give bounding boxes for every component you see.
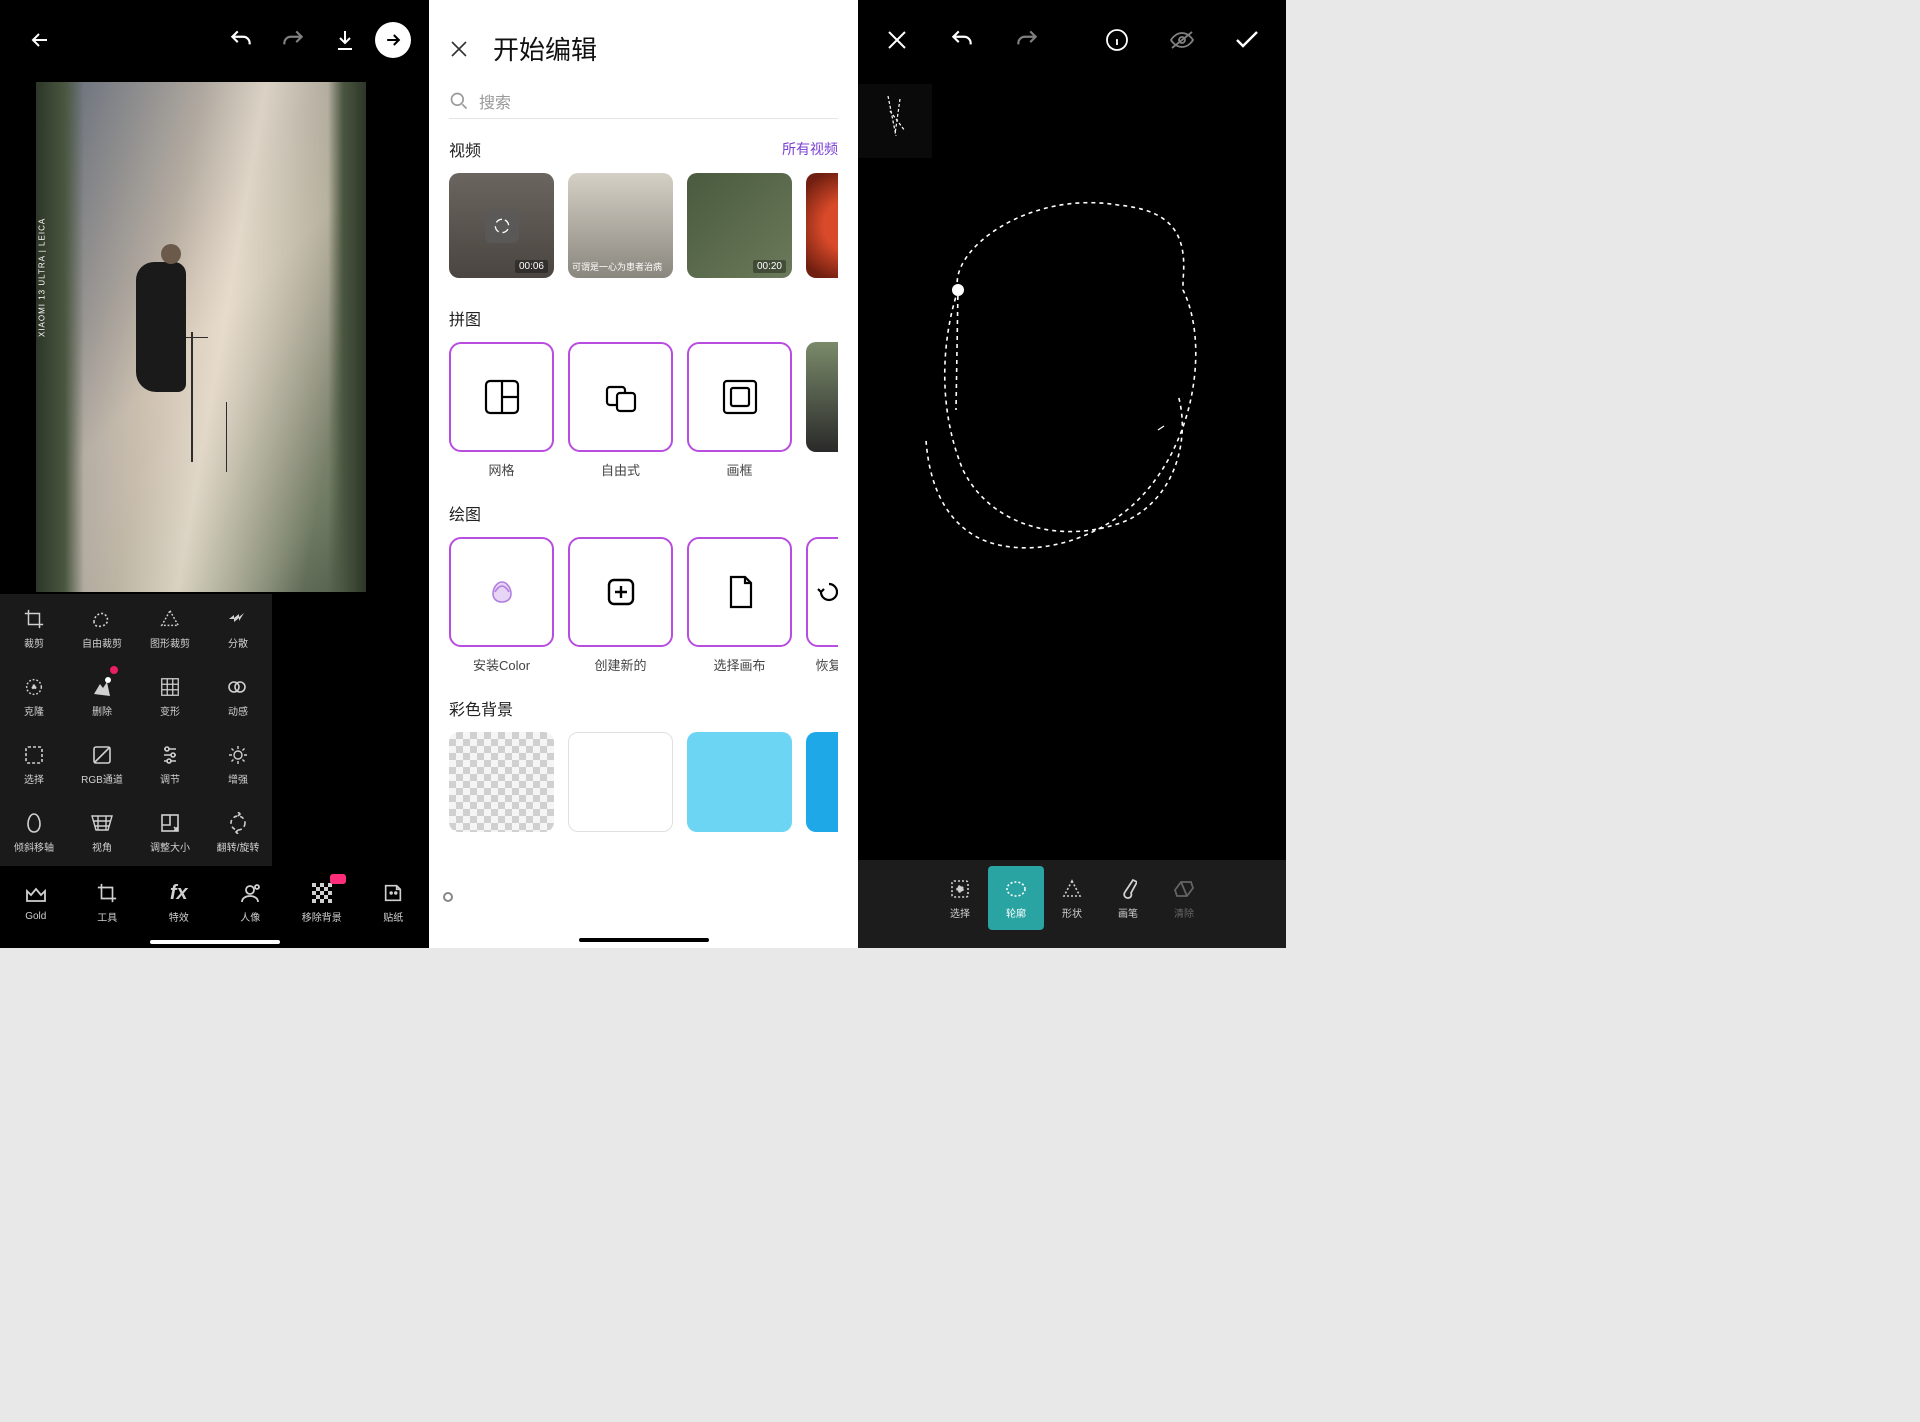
video-thumb[interactable]: 00:20 [687,173,792,278]
sel-tool-brush[interactable]: 画笔 [1100,860,1156,936]
download-button[interactable] [323,18,367,62]
left-topbar [0,0,429,80]
tool-freecrop[interactable]: 自由裁剪 [68,594,136,662]
section-drawing: 绘图 安装Color 创建新的 选择画布 恢复 [429,479,858,674]
search-placeholder: 搜索 [479,89,511,113]
bg-blue[interactable] [806,732,838,832]
right-topbar [858,0,1286,80]
tool-select[interactable]: 选择 [0,730,68,798]
tool-perspective[interactable]: 视角 [68,798,136,866]
edit-canvas[interactable]: XIAOMI 13 ULTRA | LEICA [36,82,366,592]
tool-tiltshift[interactable]: 倾斜移轴 [0,798,68,866]
tool-delete[interactable]: 删除 [68,662,136,730]
tab-fx[interactable]: fx特效 [143,868,215,936]
tab-sticker[interactable]: 贴纸 [358,868,430,936]
tool-motion[interactable]: 动感 [204,662,272,730]
video-thumb[interactable]: 00:06 [449,173,554,278]
next-button[interactable] [375,22,411,58]
badge-new [330,874,346,884]
selection-canvas[interactable] [858,160,1286,868]
tool-enhance[interactable]: 增强 [204,730,272,798]
watermark: XIAOMI 13 ULTRA | LEICA [38,218,47,337]
tool-resize[interactable]: 调整大小 [136,798,204,866]
bg-transparent[interactable] [449,732,554,832]
floating-dot[interactable] [443,892,453,902]
drawing-createnew[interactable] [568,537,673,647]
collage-more[interactable] [806,342,838,452]
home-indicator [579,938,709,942]
selection-thumbnail[interactable] [858,84,932,158]
tool-clone[interactable]: 克隆 [0,662,68,730]
tab-gold[interactable]: Gold [0,868,72,936]
sel-tool-shape[interactable]: 形状 [1044,860,1100,936]
info-button[interactable] [1096,18,1137,62]
sel-tool-outline[interactable]: 轮廓 [988,866,1044,930]
undo-button[interactable] [219,18,263,62]
drawing-restore[interactable] [806,537,838,647]
back-button[interactable] [18,18,62,62]
tool-rotate[interactable]: 翻转/旋转 [204,798,272,866]
preview-toggle[interactable] [1161,18,1202,62]
video-thumb[interactable] [806,173,838,278]
tool-shapecrop[interactable]: 图形裁剪 [136,594,204,662]
tab-tools[interactable]: 工具 [72,868,144,936]
close-button[interactable] [449,39,469,59]
bg-lightblue[interactable] [687,732,792,832]
left-bottombar: Gold 工具 fx特效 人像 移除背景 贴纸 [0,868,429,948]
tab-portrait[interactable]: 人像 [215,868,287,936]
drawing-choosecanvas[interactable] [687,537,792,647]
section-colorbg: 彩色背景 [429,674,858,832]
tab-removebg[interactable]: 移除背景 [286,868,358,936]
sel-tool-select[interactable]: 选择 [932,860,988,936]
tool-distort[interactable]: 变形 [136,662,204,730]
redo-button[interactable] [1007,18,1048,62]
undo-button[interactable] [941,18,982,62]
tool-grid: 裁剪 自由裁剪 图形裁剪 分散 克隆 删除 变形 动感 选择 RGB通道 调节 … [0,594,272,866]
tool-adjust[interactable]: 调节 [136,730,204,798]
tool-crop[interactable]: 裁剪 [0,594,68,662]
confirm-button[interactable] [1227,18,1268,62]
section-video: 视频 所有视频 00:06 可谓是一心为患者治病 00:20 [429,119,858,278]
collage-frame[interactable] [687,342,792,452]
redo-button[interactable] [271,18,315,62]
tool-rgb[interactable]: RGB通道 [68,730,136,798]
close-button[interactable] [876,18,917,62]
all-videos-link[interactable]: 所有视频 [782,139,838,159]
sel-tool-erase[interactable]: 清除 [1156,860,1212,936]
badge-new [110,666,118,674]
page-title: 开始编辑 [493,30,597,67]
editor-panel-left: XIAOMI 13 ULTRA | LEICA 裁剪 自由裁剪 图形裁剪 分散 … [0,0,429,948]
mid-header: 开始编辑 [429,0,858,83]
drawing-installcolor[interactable] [449,537,554,647]
start-editing-panel: 开始编辑 搜索 视频 所有视频 00:06 可谓是一心为患者治病 00:20 拼… [429,0,858,948]
bg-white[interactable] [568,732,673,832]
video-thumb[interactable]: 可谓是一心为患者治病 [568,173,673,278]
home-indicator [150,940,280,944]
collage-freestyle[interactable] [568,342,673,452]
selection-panel-right: 选择 轮廓 形状 画笔 清除 [858,0,1286,948]
search-input[interactable]: 搜索 [449,83,838,119]
section-collage: 拼图 网格 自由式 画框 [429,278,858,479]
right-bottombar: 选择 轮廓 形状 画笔 清除 [858,860,1286,948]
collage-grid[interactable] [449,342,554,452]
tool-disperse[interactable]: 分散 [204,594,272,662]
